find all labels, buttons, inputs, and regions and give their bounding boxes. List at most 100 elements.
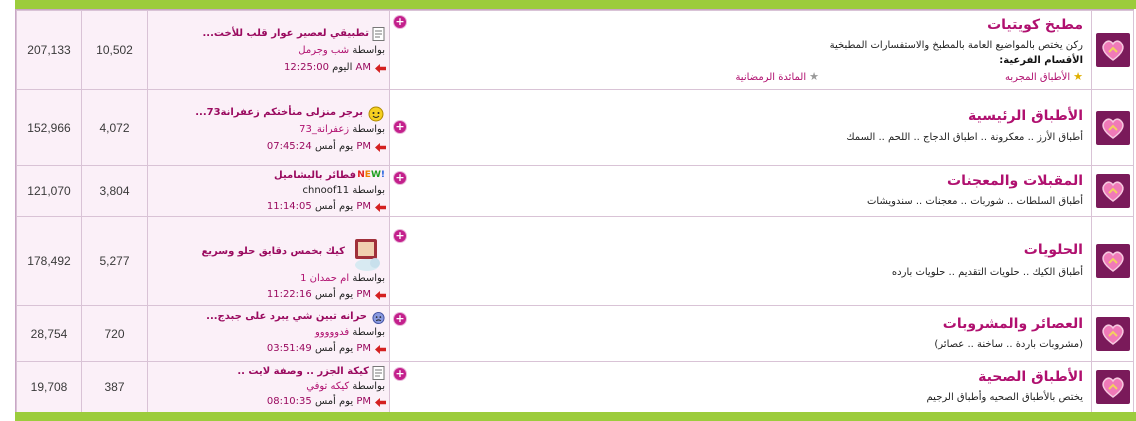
go-to-last-post-icon[interactable] (375, 345, 386, 354)
forum-icon-cell (1091, 216, 1134, 306)
last-post-user-link[interactable]: شب وجرمل (298, 45, 349, 56)
star-icon: ★ (1073, 70, 1083, 83)
sad-face-icon (372, 311, 385, 325)
last-post-title[interactable]: كيكة الجزر .. وصفة لايت .. (237, 366, 369, 377)
last-post-author: بواسطة شب وجرمل (298, 45, 385, 56)
forum-posts-count: 207,133 (16, 10, 82, 90)
star-icon: ★ (809, 70, 819, 83)
bottom-green-bar (15, 412, 1136, 421)
last-post-time: يوم أمس 03:51:49 PM (266, 343, 371, 354)
last-post-author: بواسطة كيكه توفي (306, 381, 385, 392)
forum-row: 178,492 5,277 كيك بخمس دقايق حلو وسريع ب… (16, 216, 1134, 306)
last-post-user-link[interactable]: كيكه توفي (306, 381, 349, 392)
heart-forum-icon (1095, 110, 1130, 145)
forum-info-cell: + العصائر والمشروبات (مشروبات باردة .. س… (389, 305, 1092, 362)
forum-threads-count: 4,072 (81, 89, 148, 166)
expand-forum-icon[interactable]: + (394, 230, 406, 242)
forum-title-link[interactable]: الحلويات (1024, 242, 1083, 258)
forum-info-cell: + المقبلات والمعجنات أطباق السلطات .. شو… (389, 165, 1092, 217)
subforum-link[interactable]: ★المائدة الرمضانية (735, 70, 819, 83)
last-post-time: يوم أمس 08:10:35 PM (266, 396, 371, 407)
expand-forum-icon[interactable]: + (394, 368, 406, 380)
last-post-author: بواسطة ام حمدان 1 (300, 273, 385, 284)
last-post-title[interactable]: حرانه تبين شي يبرد على جبدج... (206, 311, 367, 322)
forum-info-cell: + الأطباق الرئيسية أطباق الأرز .. معكرون… (389, 89, 1092, 166)
forum-posts-count: 178,492 (16, 216, 82, 306)
forum-threads-count: 720 (81, 305, 148, 362)
last-post-cell: برجر منزلى منأختكم زعفرانة73... بواسطة ز… (147, 89, 390, 166)
forum-description: يختص بالأطباق الصحيه وأطباق الرجيم (926, 392, 1083, 403)
forum-posts-count: 152,966 (16, 89, 82, 166)
forum-info-cell: + الحلويات أطباق الكيك .. حلويات التقديم… (389, 216, 1092, 306)
expand-forum-icon[interactable]: + (394, 16, 406, 28)
last-post-user-link[interactable]: فدووووو (315, 327, 349, 338)
last-post-cell: تطبيقي لعصير عوار قلب للأخت... بواسطة شب… (147, 10, 390, 90)
go-to-last-post-icon[interactable] (375, 64, 386, 73)
last-post-time: يوم أمس 11:14:05 PM (266, 201, 371, 212)
forum-icon-cell (1091, 10, 1134, 90)
document-icon (372, 27, 385, 41)
reading-character-icon (355, 239, 380, 271)
heart-forum-icon (1095, 316, 1130, 351)
forum-row: 19,708 387 كيكة الجزر .. وصفة لايت .. بو… (16, 361, 1134, 413)
forum-icon-cell (1091, 361, 1134, 413)
last-post-title[interactable]: كيك بخمس دقايق حلو وسريع (201, 246, 345, 257)
forum-title-link[interactable]: الأطباق الرئيسية (968, 108, 1083, 124)
go-to-last-post-icon[interactable] (375, 398, 386, 407)
last-post-title[interactable]: فطائر بالبشاميل (274, 170, 356, 181)
forum-posts-count: 28,754 (16, 305, 82, 362)
last-post-cell: NEW! فطائر بالبشاميل بواسطة chnoof11 يوم… (147, 165, 390, 217)
forum-title-link[interactable]: الأطباق الصحية (978, 369, 1083, 385)
forum-icon-cell (1091, 89, 1134, 166)
last-post-title[interactable]: تطبيقي لعصير عوار قلب للأخت... (203, 28, 370, 39)
last-post-cell: كيكة الجزر .. وصفة لايت .. بواسطة كيكه ت… (147, 361, 390, 413)
go-to-last-post-icon[interactable] (375, 203, 386, 212)
last-post-author: بواسطة فدووووو (314, 327, 385, 338)
go-to-last-post-icon[interactable] (375, 143, 386, 152)
new-badge-icon: NEW! (357, 170, 385, 180)
last-post-user-link[interactable]: ام حمدان 1 (300, 273, 349, 284)
document-icon (372, 366, 385, 380)
forum-icon-cell (1091, 165, 1134, 217)
forum-threads-count: 387 (81, 361, 148, 413)
forum-row: 207,133 10,502 تطبيقي لعصير عوار قلب للأ… (16, 10, 1134, 90)
heart-forum-icon (1095, 174, 1130, 208)
forum-threads-count: 3,804 (81, 165, 148, 217)
last-post-user-link[interactable]: زعفرانة_73 (299, 124, 349, 135)
forum-title-link[interactable]: مطبخ كويتيات (987, 17, 1083, 33)
forum-threads-count: 5,277 (81, 216, 148, 306)
last-post-cell: حرانه تبين شي يبرد على جبدج... بواسطة فد… (147, 305, 390, 362)
forum-posts-count: 19,708 (16, 361, 82, 413)
expand-forum-icon[interactable]: + (394, 121, 406, 133)
forum-posts-count: 121,070 (16, 165, 82, 217)
forum-description: أطباق الكيك .. حلويات التقديم .. حلويات … (891, 267, 1083, 278)
forum-description: ركن يختص بالمواضيع العامة بالمطبخ والاست… (829, 40, 1083, 51)
last-post-user-link[interactable]: chnoof11 (302, 185, 349, 196)
forum-row: 28,754 720 حرانه تبين شي يبرد على جبدج..… (16, 305, 1134, 362)
expand-forum-icon[interactable]: + (394, 313, 406, 325)
go-to-last-post-icon[interactable] (375, 291, 386, 300)
last-post-time: يوم أمس 11:22:16 PM (266, 289, 371, 300)
last-post-title[interactable]: برجر منزلى منأختكم زعفرانة73... (195, 107, 363, 118)
forum-description: أطباق الأرز .. معكرونة .. اطباق الدجاج .… (846, 132, 1083, 143)
heart-forum-icon (1095, 33, 1130, 67)
last-post-author: بواسطة chnoof11 (302, 185, 385, 196)
expand-forum-icon[interactable]: + (394, 172, 406, 184)
forum-info-cell: + الأطباق الصحية يختص بالأطباق الصحيه وأ… (389, 361, 1092, 413)
forum-title-link[interactable]: المقبلات والمعجنات (947, 173, 1083, 189)
forum-title-link[interactable]: العصائر والمشروبات (943, 316, 1083, 332)
forum-row: 152,966 4,072 برجر منزلى منأختكم زعفرانة… (16, 89, 1134, 166)
forum-icon-cell (1091, 305, 1134, 362)
last-post-cell: كيك بخمس دقايق حلو وسريع بواسطة ام حمدان… (147, 216, 390, 306)
forum-list-table: 207,133 10,502 تطبيقي لعصير عوار قلب للأ… (16, 10, 1134, 413)
last-post-time: يوم أمس 07:45:24 PM (266, 141, 371, 152)
forum-info-cell: + مطبخ كويتيات ركن يختص بالمواضيع العامة… (389, 10, 1092, 90)
top-green-bar (15, 0, 1136, 9)
forum-description: أطباق السلطات .. شوربات .. معجنات .. سند… (867, 196, 1083, 207)
smiley-icon (368, 106, 384, 122)
subforum-link[interactable]: ★الأطباق المجربه (1005, 70, 1083, 83)
forum-row: 121,070 3,804 NEW! فطائر بالبشاميل بواسط… (16, 165, 1134, 217)
heart-forum-icon (1095, 244, 1130, 278)
heart-forum-icon (1095, 370, 1130, 404)
forum-description: (مشروبات باردة .. ساخنة .. عصائر) (934, 339, 1083, 350)
